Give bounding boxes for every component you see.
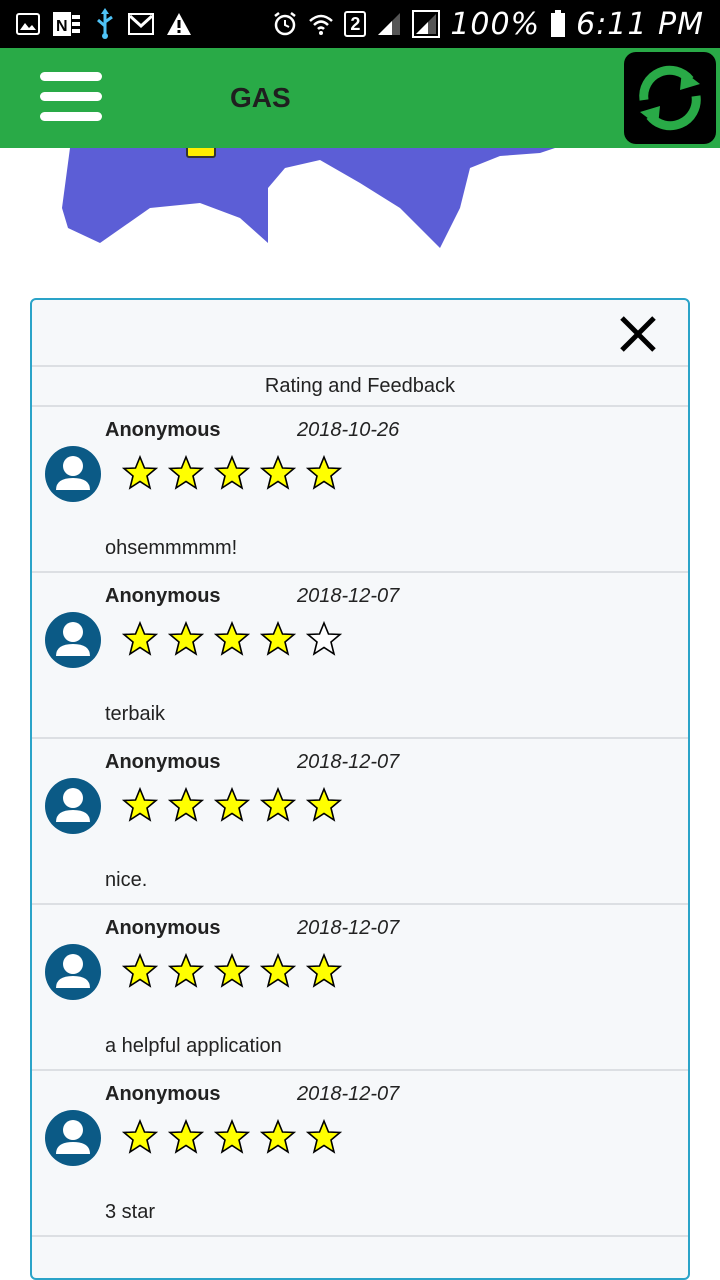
reviewer-name: Anonymous [105, 585, 221, 607]
avatar-icon [44, 1109, 102, 1167]
onenote-icon: N [52, 11, 82, 37]
menu-button[interactable] [36, 68, 106, 124]
signal-icon [376, 11, 402, 37]
panel-toolbar [32, 300, 688, 367]
star-filled-icon [168, 953, 204, 989]
star-filled-icon [260, 787, 296, 823]
review-date: 2018-12-07 [297, 585, 400, 607]
svg-text:N: N [56, 18, 68, 35]
star-filled-icon [122, 787, 158, 823]
review-item: Anonymous 2018-12-07 3 star [32, 1071, 688, 1237]
star-rating [122, 787, 342, 823]
review-comment: nice. [105, 869, 148, 891]
wifi-icon [308, 12, 334, 36]
page-title: GAS [230, 82, 291, 113]
star-rating [122, 1119, 342, 1155]
usb-icon [94, 8, 116, 40]
map-view[interactable] [0, 148, 720, 300]
review-item: Anonymous 2018-12-07 nice. [32, 739, 688, 905]
battery-percent: 100% [450, 6, 541, 42]
star-rating [122, 621, 342, 657]
review-comment: terbaik [105, 703, 166, 725]
star-filled-icon [214, 455, 250, 491]
review-date: 2018-10-26 [297, 419, 400, 441]
star-empty-icon [306, 621, 342, 657]
star-filled-icon [306, 787, 342, 823]
star-filled-icon [214, 621, 250, 657]
star-filled-icon [260, 1119, 296, 1155]
image-icon [16, 13, 40, 35]
review-comment: ohsemmmmm! [105, 537, 238, 559]
review-item: Anonymous 2018-10-26 ohsemmmmm! [32, 407, 688, 573]
star-filled-icon [260, 455, 296, 491]
map-marker[interactable] [186, 148, 216, 158]
review-item: Anonymous 2018-12-07 terbaik [32, 573, 688, 739]
avatar-icon [44, 777, 102, 835]
sim-badge: 2 [344, 11, 367, 37]
review-comment: a helpful application [105, 1035, 282, 1057]
signal-box-icon [412, 10, 441, 38]
close-button[interactable] [618, 314, 658, 354]
feedback-panel: Rating and Feedback Anonymous 2018-10-26 o… [30, 298, 690, 1280]
star-filled-icon [122, 621, 158, 657]
star-filled-icon [168, 621, 204, 657]
reviewer-name: Anonymous [105, 419, 221, 441]
alarm-icon [272, 11, 298, 37]
star-filled-icon [168, 455, 204, 491]
star-filled-icon [122, 1119, 158, 1155]
star-rating [122, 455, 342, 491]
star-filled-icon [306, 1119, 342, 1155]
star-filled-icon [260, 621, 296, 657]
warning-icon [166, 12, 192, 36]
star-filled-icon [306, 953, 342, 989]
app-bar: GAS [0, 48, 720, 148]
battery-icon [550, 10, 566, 38]
review-date: 2018-12-07 [297, 917, 400, 939]
avatar-icon [44, 611, 102, 669]
avatar-icon [44, 445, 102, 503]
star-filled-icon [214, 953, 250, 989]
reviewer-name: Anonymous [105, 917, 221, 939]
gmail-icon [128, 13, 154, 35]
star-filled-icon [214, 787, 250, 823]
star-rating [122, 953, 342, 989]
star-filled-icon [122, 455, 158, 491]
status-bar: N 2 100% 6:11 PM [0, 0, 720, 48]
review-date: 2018-12-07 [297, 751, 400, 773]
review-item: Anonymous 2018-12-07 a helpful application [32, 905, 688, 1071]
star-filled-icon [260, 953, 296, 989]
clock: 6:11 PM [576, 6, 704, 42]
avatar-icon [44, 943, 102, 1001]
close-icon [620, 316, 656, 352]
map-region-shape [62, 148, 555, 248]
review-list: Anonymous 2018-10-26 ohsemmmmm! Anonymous 20… [32, 407, 688, 1237]
star-filled-icon [168, 1119, 204, 1155]
star-filled-icon [214, 1119, 250, 1155]
refresh-icon [639, 65, 701, 131]
star-filled-icon [122, 953, 158, 989]
star-filled-icon [306, 455, 342, 491]
reviewer-name: Anonymous [105, 1083, 221, 1105]
review-comment: 3 star [105, 1201, 156, 1223]
reviewer-name: Anonymous [105, 751, 221, 773]
star-filled-icon [168, 787, 204, 823]
panel-header: Rating and Feedback [32, 367, 688, 407]
review-date: 2018-12-07 [297, 1083, 400, 1105]
refresh-button[interactable] [624, 52, 716, 144]
